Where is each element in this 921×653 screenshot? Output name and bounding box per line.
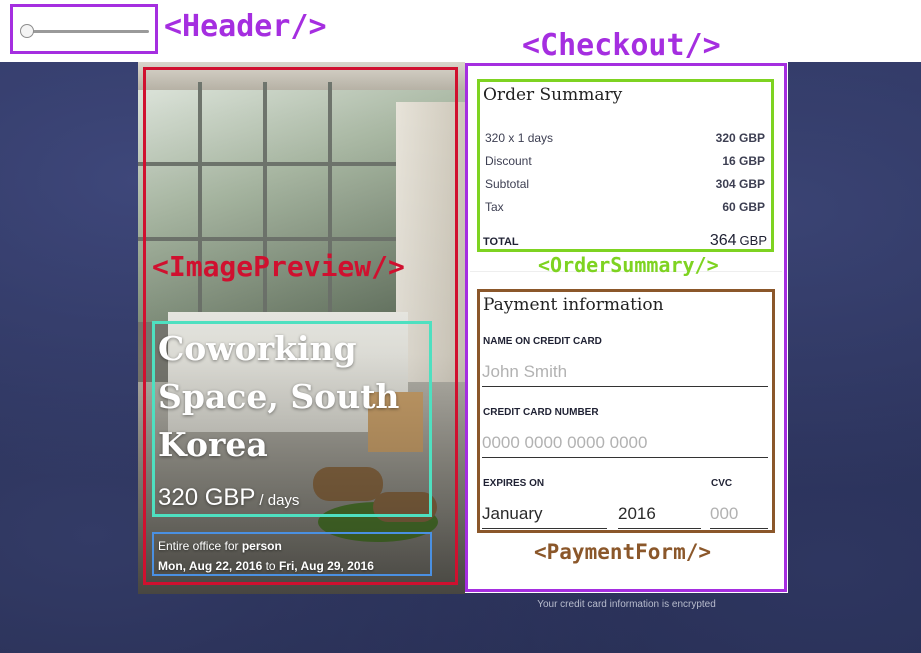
checkout-annotation-label: <Checkout/> <box>522 28 721 63</box>
header-annotation-box <box>10 4 158 54</box>
booking-annotation-box <box>152 532 432 576</box>
image-preview-annotation-label: <ImagePreview/> <box>152 250 405 283</box>
encryption-note: Your credit card information is encrypte… <box>537 599 716 610</box>
order-summary-annotation-label: <OrderSummary/> <box>538 253 719 277</box>
payment-form-annotation-label: <PaymentForm/> <box>534 540 712 564</box>
order-summary-annotation-box <box>477 79 774 252</box>
payment-form-annotation-box <box>477 289 775 533</box>
header-annotation-label: <Header/> <box>164 9 327 44</box>
title-annotation-box <box>152 321 432 517</box>
